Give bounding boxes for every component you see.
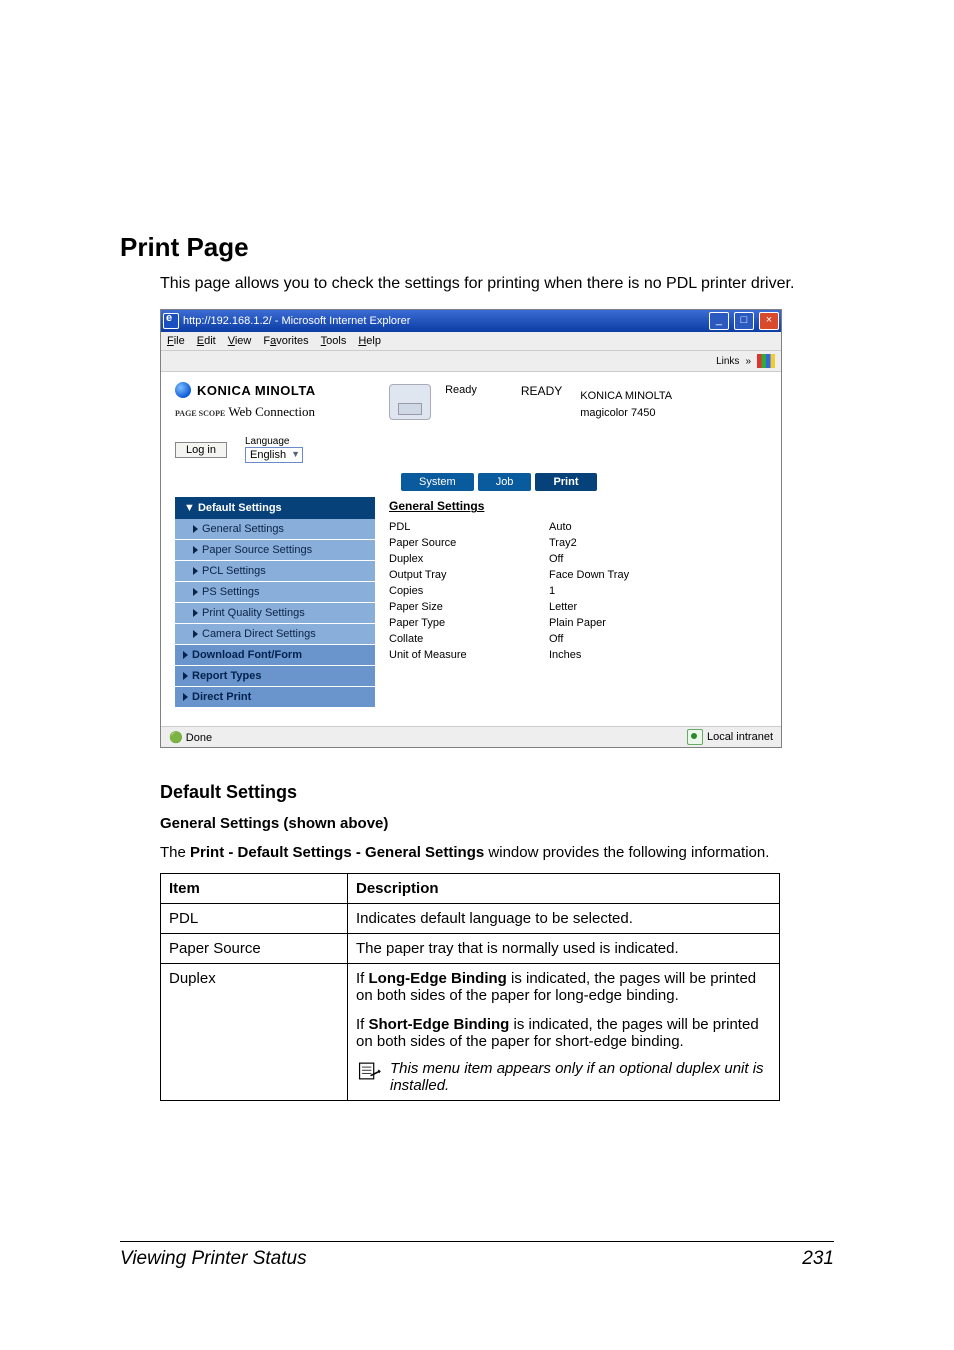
language-label: Language <box>245 436 303 447</box>
menu-favorites[interactable]: Favorites <box>263 335 308 347</box>
browser-window: http://192.168.1.2/ - Microsoft Internet… <box>160 309 782 748</box>
table-cell: PDL <box>161 904 348 934</box>
login-button[interactable]: Log in <box>175 442 227 458</box>
note-icon <box>356 1060 382 1082</box>
security-zone: Local intranet <box>687 729 773 745</box>
sidebar-item-paper-source-settings[interactable]: Paper Source Settings <box>175 540 375 561</box>
kv-key: PDL <box>389 521 549 533</box>
intro-text: This page allows you to check the settin… <box>160 273 834 295</box>
table-cell: Paper Source <box>161 934 348 964</box>
kv-val: Auto <box>549 521 572 533</box>
table-cell: If Long-Edge Binding is indicated, the p… <box>348 964 780 1101</box>
panel-title: General Settings <box>389 499 767 513</box>
sidebar-item-general-settings[interactable]: General Settings <box>175 519 375 540</box>
note-text: This menu item appears only if an option… <box>390 1060 771 1094</box>
globe-icon <box>175 382 191 398</box>
close-button[interactable]: × <box>759 312 779 330</box>
menu-file[interactable]: File <box>167 335 185 347</box>
minimize-button[interactable]: _ <box>709 312 729 330</box>
status-ready-big: READY <box>521 384 562 463</box>
language-select[interactable]: English <box>245 447 303 463</box>
menu-help[interactable]: Help <box>358 335 381 347</box>
brand-text: KONICA MINOLTA <box>197 383 316 398</box>
sidebar-header[interactable]: ▼ Default Settings <box>175 497 375 519</box>
sidebar-item-direct-print[interactable]: Direct Print <box>175 687 375 708</box>
status-ready-small: Ready <box>445 384 477 396</box>
footer-page-number: 231 <box>802 1248 834 1270</box>
sidebar-item-report-types[interactable]: Report Types <box>175 666 375 687</box>
web-connection-label: PAGE SCOPE Web Connection <box>175 404 371 420</box>
settings-panel: General Settings PDLAuto Paper SourceTra… <box>389 497 767 708</box>
sidebar-item-camera-direct-settings[interactable]: Camera Direct Settings <box>175 624 375 645</box>
sidebar-item-download-font-form[interactable]: Download Font/Form <box>175 645 375 666</box>
menu-tools[interactable]: Tools <box>321 335 347 347</box>
status-done: 🟢 Done <box>169 731 212 744</box>
table-cell: The paper tray that is normally used is … <box>348 934 780 964</box>
menu-view[interactable]: View <box>228 335 252 347</box>
sidebar: ▼ Default Settings General Settings Pape… <box>175 497 375 708</box>
window-buttons: _ □ × <box>707 312 779 330</box>
table-header-item: Item <box>161 874 348 904</box>
links-chevron-icon[interactable]: » <box>745 356 751 367</box>
footer-title: Viewing Printer Status <box>120 1248 307 1270</box>
table-header-description: Description <box>348 874 780 904</box>
konica-minolta-logo: KONICA MINOLTA <box>175 382 371 398</box>
section-general-settings: General Settings (shown above) <box>160 815 834 832</box>
table-cell: Indicates default language to be selecte… <box>348 904 780 934</box>
ie-icon <box>163 313 179 329</box>
links-bar: Links » <box>161 351 781 372</box>
page-heading: Print Page <box>120 232 834 263</box>
page-footer: Viewing Printer Status 231 <box>120 1241 834 1270</box>
maximize-button[interactable]: □ <box>734 312 754 330</box>
printer-status-icon <box>389 384 431 420</box>
settings-description-table: Item Description PDL Indicates default l… <box>160 873 780 1101</box>
tab-print[interactable]: Print <box>535 473 596 491</box>
browser-status-bar: 🟢 Done Local intranet <box>161 726 781 747</box>
window-title: http://192.168.1.2/ - Microsoft Internet… <box>183 315 707 327</box>
windows-flag-icon[interactable] <box>757 354 775 368</box>
tab-job[interactable]: Job <box>478 473 532 491</box>
tab-system[interactable]: System <box>401 473 474 491</box>
sidebar-item-ps-settings[interactable]: PS Settings <box>175 582 375 603</box>
links-label: Links <box>716 356 739 367</box>
intranet-icon <box>687 729 703 745</box>
menu-bar: File Edit View Favorites Tools Help <box>161 332 781 351</box>
sidebar-item-pcl-settings[interactable]: PCL Settings <box>175 561 375 582</box>
table-cell: Duplex <box>161 964 348 1101</box>
section-default-settings: Default Settings <box>160 782 834 803</box>
menu-edit[interactable]: Edit <box>197 335 216 347</box>
para-window-desc: The Print - Default Settings - General S… <box>160 842 834 863</box>
sidebar-item-print-quality-settings[interactable]: Print Quality Settings <box>175 603 375 624</box>
device-info: KONICA MINOLTA magicolor 7450 <box>580 382 767 463</box>
window-titlebar: http://192.168.1.2/ - Microsoft Internet… <box>161 310 781 332</box>
tab-row: System Job Print <box>401 473 767 491</box>
